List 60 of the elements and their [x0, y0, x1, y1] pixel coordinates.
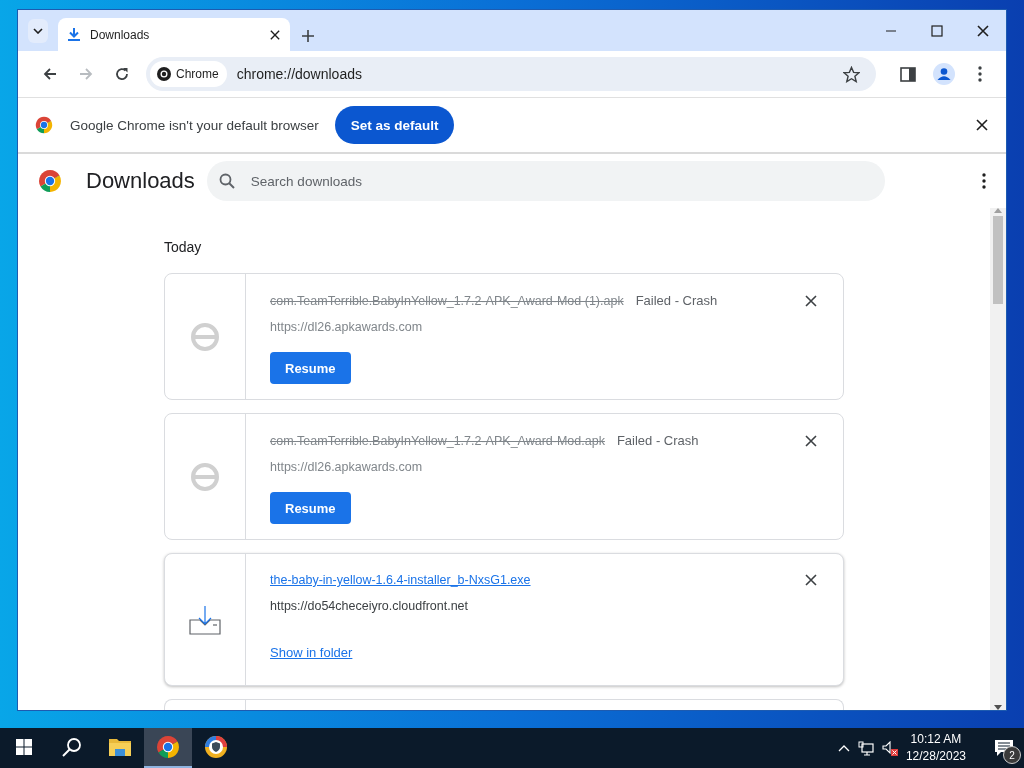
- search-icon: [218, 173, 235, 189]
- scroll-thumb[interactable]: [993, 216, 1003, 304]
- show-in-folder-link[interactable]: Show in folder: [270, 645, 353, 660]
- caret-down-icon: [33, 28, 43, 34]
- chrome-mark-icon: [156, 66, 172, 82]
- download-icon: [68, 28, 80, 41]
- side-panel-icon[interactable]: [900, 66, 916, 82]
- close-tab-icon[interactable]: [270, 29, 280, 40]
- download-status: Failed - Crash: [616, 433, 699, 448]
- resume-button[interactable]: Resume: [270, 492, 351, 524]
- site-chip[interactable]: Chrome: [150, 61, 227, 87]
- start-icon[interactable]: [16, 739, 32, 755]
- tab-search-button[interactable]: [28, 19, 48, 43]
- address-bar[interactable]: Chrome chrome://downloads: [146, 57, 876, 91]
- new-tab-icon[interactable]: [302, 30, 314, 42]
- source-url: https://do54checeiyro.cloudfront.net: [270, 599, 469, 613]
- network-icon[interactable]: [857, 740, 874, 756]
- resume-button[interactable]: Resume: [270, 352, 351, 384]
- file-type-icon: [190, 321, 220, 352]
- date-group-label: Today: [164, 239, 202, 255]
- menu-icon[interactable]: [978, 66, 982, 82]
- browser-tab[interactable]: Downloads: [58, 18, 290, 51]
- back-icon[interactable]: [43, 67, 57, 81]
- download-tray-icon: [189, 604, 221, 635]
- clock-time[interactable]: 10:12 AM: [910, 731, 962, 748]
- more-options-icon[interactable]: [982, 173, 986, 189]
- search-icon[interactable]: [62, 737, 82, 757]
- infobar-message: Google Chrome isn't your default browser: [70, 117, 319, 133]
- url-text: chrome://downloads: [236, 66, 363, 82]
- reload-icon[interactable]: [115, 67, 129, 81]
- remove-icon[interactable]: [805, 294, 817, 307]
- scrollbar[interactable]: [990, 208, 1006, 710]
- folder-icon[interactable]: [109, 737, 131, 757]
- close-window-icon[interactable]: [977, 24, 989, 37]
- muted-speaker-icon[interactable]: [881, 740, 898, 756]
- source-url: https://dl26.apkawards.com: [270, 460, 423, 474]
- chrome-logo: [35, 116, 53, 134]
- chrome-logo: [38, 169, 62, 193]
- file-name: com.TeamTerrible.BabyInYellow_1.7.2-APK_Award-Mod.apk: [270, 433, 605, 448]
- download-status: Failed - Crash: [635, 293, 718, 308]
- close-infobar-icon[interactable]: [976, 119, 988, 131]
- maximize-icon[interactable]: [931, 24, 943, 37]
- page-title: Downloads: [86, 168, 195, 194]
- file-name[interactable]: the-baby-in-yellow-1.6.4-installer_b-NxsG1.exe: [270, 573, 531, 587]
- chevron-up-icon[interactable]: [837, 744, 850, 752]
- file-type-icon: [190, 461, 220, 492]
- search-field[interactable]: Search downloads: [206, 161, 885, 201]
- clock-date[interactable]: 12/28/2023: [905, 748, 966, 765]
- remove-icon[interactable]: [805, 574, 817, 586]
- tab-title: Downloads: [90, 27, 151, 42]
- bookmark-star-icon[interactable]: [843, 65, 860, 83]
- shield-browser-icon[interactable]: [204, 735, 228, 759]
- scroll-down-icon[interactable]: [994, 705, 1002, 710]
- chrome-icon[interactable]: [156, 735, 180, 759]
- set-as-default-button[interactable]: Set as default: [334, 106, 455, 144]
- profile-icon[interactable]: [933, 63, 955, 85]
- remove-icon[interactable]: [805, 434, 817, 447]
- file-name: com.TeamTerrible.BabyInYellow_1.7.2-APK_Award-Mod (1).apk: [270, 293, 624, 308]
- source-url: https://dl26.apkawards.com: [270, 320, 423, 334]
- notification-badge: 2: [1003, 746, 1021, 764]
